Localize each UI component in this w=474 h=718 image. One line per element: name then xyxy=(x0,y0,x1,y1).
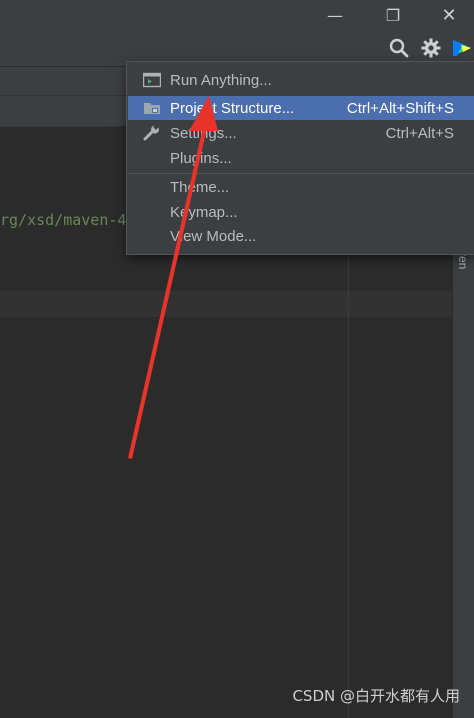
watermark: CSDN @白开水都有人用 xyxy=(292,687,460,705)
annotation-arrow xyxy=(128,96,218,459)
